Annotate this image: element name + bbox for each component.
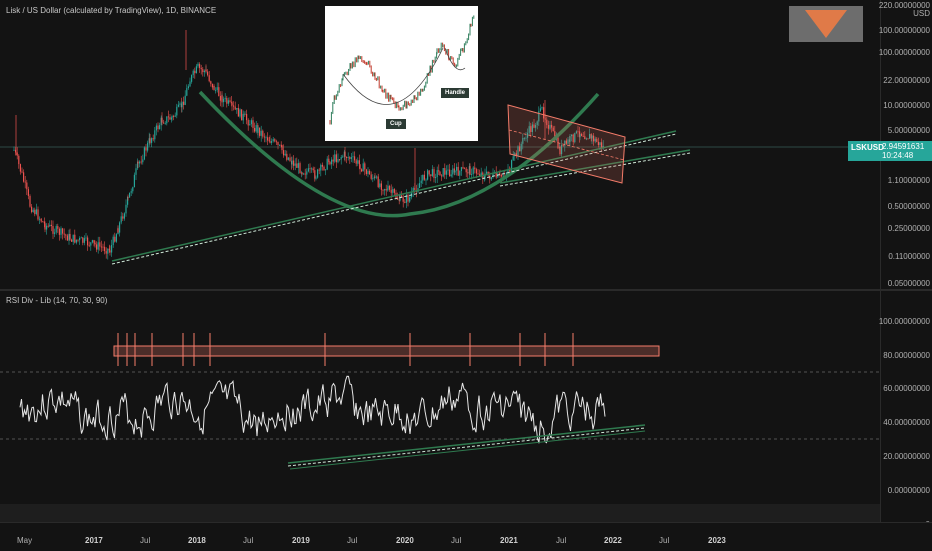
rsi-pane[interactable] [0,291,880,504]
symbol-label: LSKUSD [851,143,884,152]
chart-title: Lisk / US Dollar (calculated by TradingV… [6,6,217,15]
rsi-tick: 60.00000000 [883,384,930,393]
pane-footer-strip [0,504,880,522]
inset-handle-label: Handle [441,88,470,98]
price-tick: 0.50000000 [887,202,930,211]
rsi-support-trendline-edge [287,424,646,464]
time-label: May [17,536,33,545]
time-label: Jul [659,536,670,545]
rsi-support-trendline[interactable] [287,427,646,467]
time-label: 2017 [85,536,103,545]
time-label: 2020 [396,536,414,545]
inset-cup-label: Cup [386,119,406,129]
logo-triangle-icon [805,10,847,38]
price-tick: 5.00000000 [887,126,930,135]
time-label: Jul [556,536,567,545]
time-label: 2019 [292,536,310,545]
rsi-title: RSI Div - Lib (14, 70, 30, 90) [6,296,108,305]
rsi-tick: 80.00000000 [883,351,930,360]
time-label: Jul [140,536,151,545]
time-label: 2022 [604,536,622,545]
rsi-tick: 100.00000000 [878,317,930,326]
time-label: Jul [347,536,358,545]
rsi-tick: 0.00000000 [887,486,930,495]
time-label: 2018 [188,536,206,545]
rsi-tick: 40.00000000 [883,418,930,427]
rsi-tick: 20.00000000 [883,452,930,461]
price-tick: 0.25000000 [887,224,930,233]
price-tick: 0.05000000 [887,279,930,288]
price-unit: USD [913,9,930,18]
time-label: 2021 [500,536,518,545]
time-axis[interactable]: May 2017 Jul 2018 Jul 2019 Jul 2020 Jul … [0,522,932,551]
price-tick: 22.00000000 [883,76,930,85]
price-tick: 100.00000000 [878,26,930,35]
price-tick: 100.00000000 [878,48,930,57]
time-label: 2023 [708,536,726,545]
time-label: Jul [243,536,254,545]
bar-countdown: 10:24:48 [882,151,914,160]
price-tick: 10.00000000 [883,101,930,110]
price-tick: 0.11000000 [888,252,930,261]
last-price-value: 2.94591631 [882,142,925,151]
time-label: Jul [451,536,462,545]
rsi-axis[interactable]: 100.00000000 80.00000000 60.00000000 40.… [878,291,932,529]
rsi-line [19,375,606,444]
cup-handle-inset: Cup Handle [325,6,478,141]
price-tick: 1.10000000 [887,176,930,185]
rsi-resistance-zone[interactable] [113,345,660,357]
rsi-support-trendline-lower-edge [289,430,646,470]
rsi-canvas[interactable] [0,291,880,504]
last-price-tag: LSKUSD 2.94591631 10:24:48 [848,141,932,161]
watermark-logo [789,6,863,42]
